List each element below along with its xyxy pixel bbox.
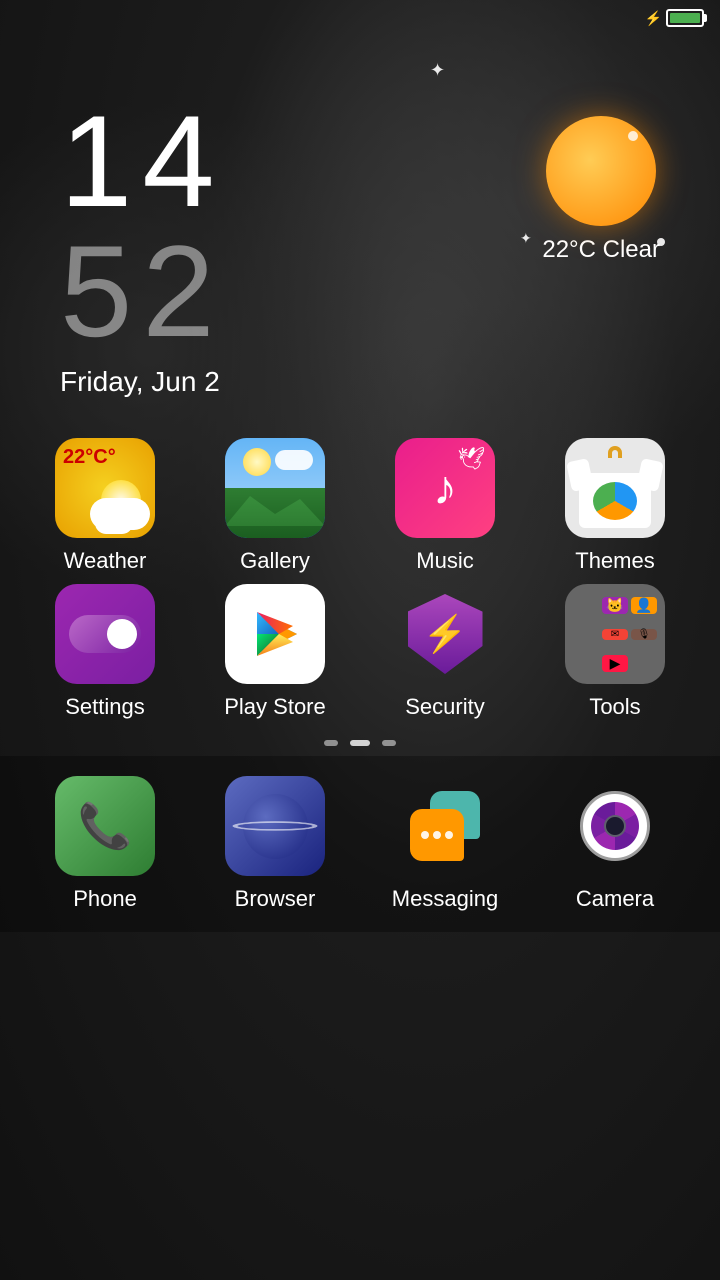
music-note-icon: ♪ [433, 461, 457, 516]
music-bird-icon: 🕊 [457, 446, 485, 472]
planet [243, 794, 308, 859]
shield-shape: ⚡ [408, 594, 483, 674]
app-tools[interactable]: 🐱 👤 ✉ 🎙 ▶ Tools [540, 584, 690, 720]
weather-temp-label: 22°C° [63, 446, 116, 469]
playstore-icon [225, 584, 325, 684]
msg-dots [421, 831, 453, 839]
weather-label: Weather [64, 548, 147, 574]
messaging-icon [395, 776, 495, 876]
camera-inner [591, 802, 639, 850]
gallery-sun [243, 448, 271, 476]
page-dot-3[interactable] [382, 740, 396, 746]
message-bubbles [410, 791, 480, 861]
gallery-cloud [275, 450, 313, 470]
weather-temp: 22°C Clear [542, 236, 660, 264]
music-icon: ♪ 🕊 [395, 438, 495, 538]
weather-icon: 22°C° [55, 438, 155, 538]
clock: 14 52 Friday, Jun 2 [60, 96, 225, 398]
date-text: Friday, Jun 2 [60, 366, 225, 398]
status-bar: ⚡ [0, 0, 720, 36]
sun-dot [628, 131, 638, 141]
app-music[interactable]: ♪ 🕊 Music [370, 438, 520, 574]
tool-cell-8: ▶ [602, 655, 628, 672]
app-gallery[interactable]: Gallery [200, 438, 350, 574]
toggle-knob [107, 619, 137, 649]
page-dot-1[interactable] [324, 740, 338, 746]
page-indicators [0, 740, 720, 746]
dot-3 [445, 831, 453, 839]
bolt-icon: ⚡ [423, 616, 468, 652]
camera-icon [565, 776, 665, 876]
dot-2 [433, 831, 441, 839]
settings-icon [55, 584, 155, 684]
battery-fill [670, 13, 700, 23]
app-security[interactable]: ⚡ Security [370, 584, 520, 720]
themes-icon [565, 438, 665, 538]
page-dot-2[interactable] [350, 740, 370, 746]
tool-cell-6: 🎙 [631, 629, 657, 640]
app-row-2: Settings [20, 584, 700, 720]
clock-weather-area: 14 52 Friday, Jun 2 22°C Clear [0, 36, 720, 398]
battery-area: ⚡ [645, 9, 704, 27]
tools-label: Tools [589, 694, 640, 720]
browser-label: Browser [235, 886, 316, 912]
dock-phone[interactable]: 📞 Phone [30, 776, 180, 912]
messaging-label: Messaging [392, 886, 498, 912]
tool-cell-2: 🐱 [602, 597, 628, 614]
camera-outer [580, 791, 650, 861]
music-label: Music [416, 548, 473, 574]
app-settings[interactable]: Settings [30, 584, 180, 720]
dock: 📞 Phone Browser M [0, 756, 720, 932]
dock-messaging[interactable]: Messaging [370, 776, 520, 912]
time-minutes: 52 [60, 226, 225, 356]
shirt-design [593, 482, 637, 520]
app-themes[interactable]: Themes [540, 438, 690, 574]
gallery-label: Gallery [240, 548, 310, 574]
browser-icon [225, 776, 325, 876]
charging-icon: ⚡ [645, 10, 662, 27]
app-grid: 22°C° Weather Gallery ♪ 🕊 [0, 438, 720, 720]
security-label: Security [405, 694, 484, 720]
themes-label: Themes [575, 548, 654, 574]
phone-label: Phone [73, 886, 137, 912]
play-arrow-svg [243, 602, 307, 666]
tools-icon: 🐱 👤 ✉ 🎙 ▶ [565, 584, 665, 684]
settings-label: Settings [65, 694, 145, 720]
app-row-1: 22°C° Weather Gallery ♪ 🕊 [20, 438, 700, 574]
dot-1 [421, 831, 429, 839]
gallery-icon [225, 438, 325, 538]
dock-camera[interactable]: Camera [540, 776, 690, 912]
weather-app-cloud2 [95, 512, 133, 534]
phone-icon: 📞 [55, 776, 155, 876]
app-playstore[interactable]: Play Store [200, 584, 350, 720]
shirt-body [579, 473, 651, 528]
toggle-bg [69, 615, 141, 653]
camera-lens [604, 815, 626, 837]
tool-cell-5: ✉ [602, 629, 628, 640]
tool-cell-3: 👤 [631, 597, 657, 614]
play-arrow-container [225, 584, 325, 684]
hanger-icon [608, 446, 622, 458]
planet-ring [233, 821, 318, 831]
security-icon: ⚡ [395, 584, 495, 684]
time-hours: 14 [60, 96, 225, 226]
dock-browser[interactable]: Browser [200, 776, 350, 912]
playstore-label: Play Store [224, 694, 326, 720]
app-weather[interactable]: 22°C° Weather [30, 438, 180, 574]
msg-orange-bubble [410, 809, 464, 861]
battery-icon [666, 9, 704, 27]
camera-label: Camera [576, 886, 654, 912]
weather-widget[interactable]: 22°C Clear [542, 116, 660, 264]
phone-emoji: 📞 [78, 800, 133, 852]
sun-icon [546, 116, 656, 226]
